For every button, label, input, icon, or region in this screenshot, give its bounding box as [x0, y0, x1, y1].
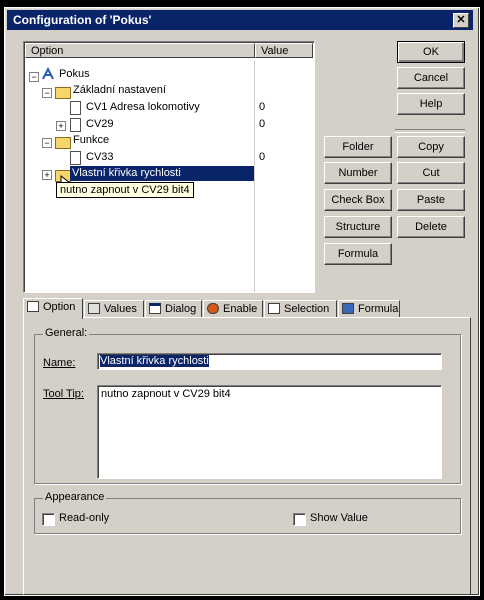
column-header-value[interactable]: Value — [255, 43, 313, 58]
formula-tab-icon — [342, 303, 354, 314]
cancel-button[interactable]: Cancel — [397, 67, 465, 89]
collapse-icon[interactable]: − — [42, 88, 52, 98]
enable-tab-icon — [207, 303, 219, 314]
tree-node-cv29[interactable]: CV29 — [86, 117, 114, 132]
name-input[interactable]: Vlastní křivka rychlosti — [97, 353, 442, 370]
document-icon — [70, 101, 81, 115]
ok-button[interactable]: OK — [397, 41, 465, 63]
readonly-label[interactable]: Read-only — [59, 512, 109, 524]
column-header-option[interactable]: Option — [25, 43, 255, 58]
name-input-text: Vlastní křivka rychlosti — [100, 355, 209, 367]
document-icon — [70, 151, 81, 165]
folder-open-icon — [55, 87, 71, 99]
dialog-tab-icon — [149, 303, 161, 314]
help-button[interactable]: Help — [397, 93, 465, 115]
selection-tab-icon — [268, 303, 280, 314]
tab-selection[interactable]: Selection — [264, 300, 337, 318]
title-bar[interactable]: Configuration of 'Pokus' ✕ — [7, 10, 473, 30]
show-value-checkbox[interactable] — [293, 513, 306, 526]
paste-button[interactable]: Paste — [397, 189, 465, 211]
folder-button[interactable]: Folder — [324, 136, 392, 158]
appearance-group: Appearance Read-only Show Value — [34, 491, 461, 534]
copy-button[interactable]: Copy — [397, 136, 465, 158]
readonly-checkbox[interactable] — [42, 513, 55, 526]
tree-node-funkce[interactable]: Funkce — [73, 133, 109, 148]
option-tree[interactable]: Option Value − Pokus − Základní nastaven… — [23, 41, 315, 293]
checkbox-button[interactable]: Check Box — [324, 189, 392, 211]
structure-button[interactable]: Structure — [324, 216, 392, 238]
tree-node-zakladni[interactable]: Základní nastavení — [73, 83, 166, 98]
tooltip: nutno zapnout v CV29 bit4 — [56, 182, 194, 198]
tab-values[interactable]: Values — [84, 300, 144, 318]
tooltip-label: Tool Tip: — [43, 388, 84, 400]
general-group: General: Name: Vlastní křivka rychlosti … — [34, 327, 461, 484]
tab-option[interactable]: Option — [23, 298, 83, 319]
tab-formula[interactable]: Formula — [338, 300, 400, 318]
button-separator — [395, 129, 465, 133]
collapse-icon[interactable]: − — [29, 72, 39, 82]
show-value-label[interactable]: Show Value — [310, 512, 368, 524]
tree-value-cv29: 0 — [259, 118, 266, 130]
tree-value-cv33: 0 — [259, 151, 266, 163]
option-tab-icon — [27, 301, 39, 312]
tree-node-pokus[interactable]: Pokus — [59, 67, 90, 82]
general-group-label: General: — [43, 327, 90, 339]
config-dialog: Configuration of 'Pokus' ✕ Option Value … — [4, 7, 480, 596]
formula-button[interactable]: Formula — [324, 243, 392, 265]
collapse-icon[interactable]: − — [42, 138, 52, 148]
close-button[interactable]: ✕ — [453, 13, 469, 28]
tree-node-vlastni-krivka[interactable]: Vlastní křivka rychlosti — [70, 166, 254, 181]
window-title: Configuration of 'Pokus' — [13, 13, 152, 27]
appearance-group-label: Appearance — [43, 491, 107, 503]
values-tab-icon — [88, 303, 100, 314]
cut-button[interactable]: Cut — [397, 162, 465, 184]
delete-button[interactable]: Delete — [397, 216, 465, 238]
name-label: Name: — [43, 357, 76, 369]
locomotive-icon — [42, 67, 54, 80]
option-tab-panel: General: Name: Vlastní křivka rychlosti … — [23, 317, 471, 595]
tree-node-cv33[interactable]: CV33 — [86, 150, 114, 165]
folder-open-icon — [55, 137, 71, 149]
tree-node-cv1[interactable]: CV1 Adresa lokomotivy — [86, 100, 200, 115]
tab-enable[interactable]: Enable — [203, 300, 263, 318]
document-icon — [70, 118, 81, 132]
number-button[interactable]: Number — [324, 162, 392, 184]
expand-icon[interactable]: + — [56, 121, 66, 131]
expand-icon[interactable]: + — [42, 170, 52, 180]
column-divider — [254, 60, 255, 292]
tab-dialog[interactable]: Dialog — [145, 300, 202, 318]
tree-value-cv1: 0 — [259, 101, 266, 113]
tooltip-textarea[interactable]: nutno zapnout v CV29 bit4 — [97, 385, 442, 479]
